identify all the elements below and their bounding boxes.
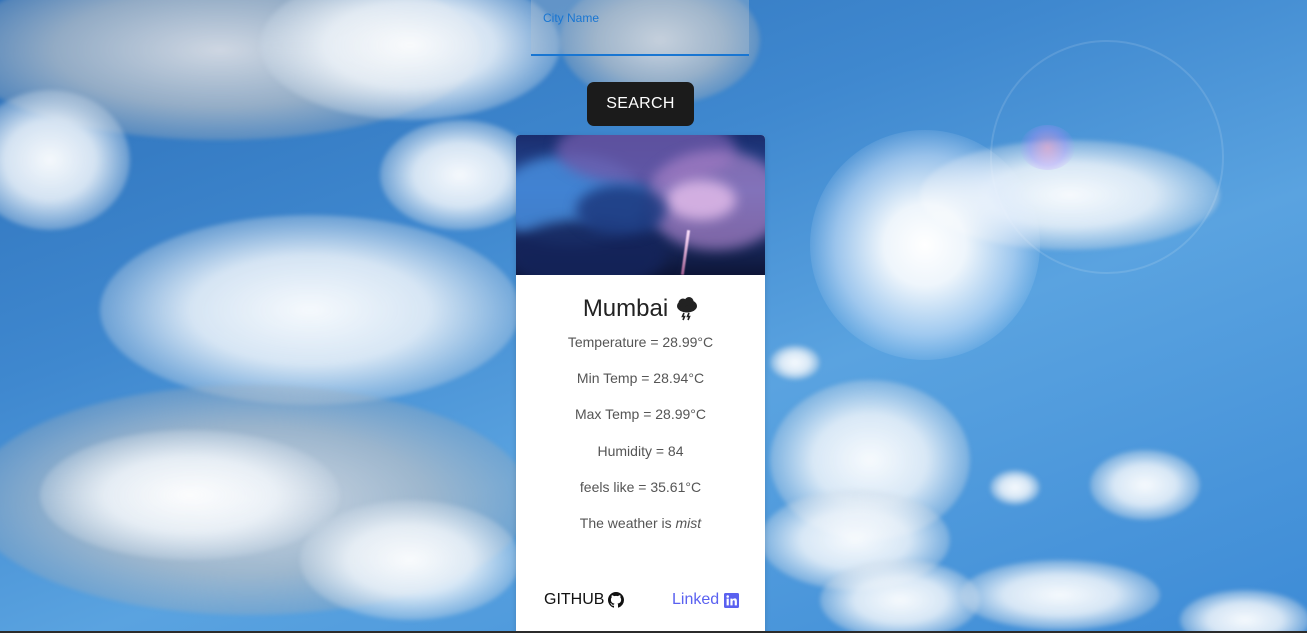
weather-card: Mumbai Temperature = 28.99°C Min Temp = … (516, 135, 765, 633)
thunderstorm-cloud-icon (677, 297, 698, 321)
city-name-field[interactable]: City Name (531, 0, 749, 56)
weather-description-value: mist (675, 514, 702, 531)
weather-description-prefix: The weather is (579, 514, 676, 531)
storm-image (516, 135, 765, 275)
linkedin-label: Linked (672, 591, 720, 608)
github-link[interactable]: GITHUB (544, 591, 625, 609)
feels-like-text: feels like = 35.61°C (579, 478, 702, 495)
max-temp-text: Max Temp = 28.99°C (574, 406, 707, 423)
city-name-input[interactable] (543, 26, 737, 50)
weather-description: The weather is mist (516, 505, 765, 541)
linkedin-link[interactable]: Linked (672, 591, 740, 609)
city-name-label: City Name (543, 11, 600, 25)
city-name: Mumbai (582, 295, 669, 322)
github-icon (608, 592, 625, 608)
search-button[interactable]: SEARCH (587, 82, 694, 126)
page: City Name SEARCH Mumbai Temperature = 28… (0, 0, 1307, 633)
city-title: Mumbai (516, 295, 765, 323)
humidity-text: Humidity = 84 (597, 442, 684, 459)
github-label: GITHUB (544, 591, 605, 608)
min-temp-text: Min Temp = 28.94°C (576, 370, 705, 387)
linkedin-icon (724, 592, 740, 608)
temperature-text: Temperature = 28.99°C (567, 334, 714, 350)
card-footer: GITHUB Linked (516, 591, 765, 615)
